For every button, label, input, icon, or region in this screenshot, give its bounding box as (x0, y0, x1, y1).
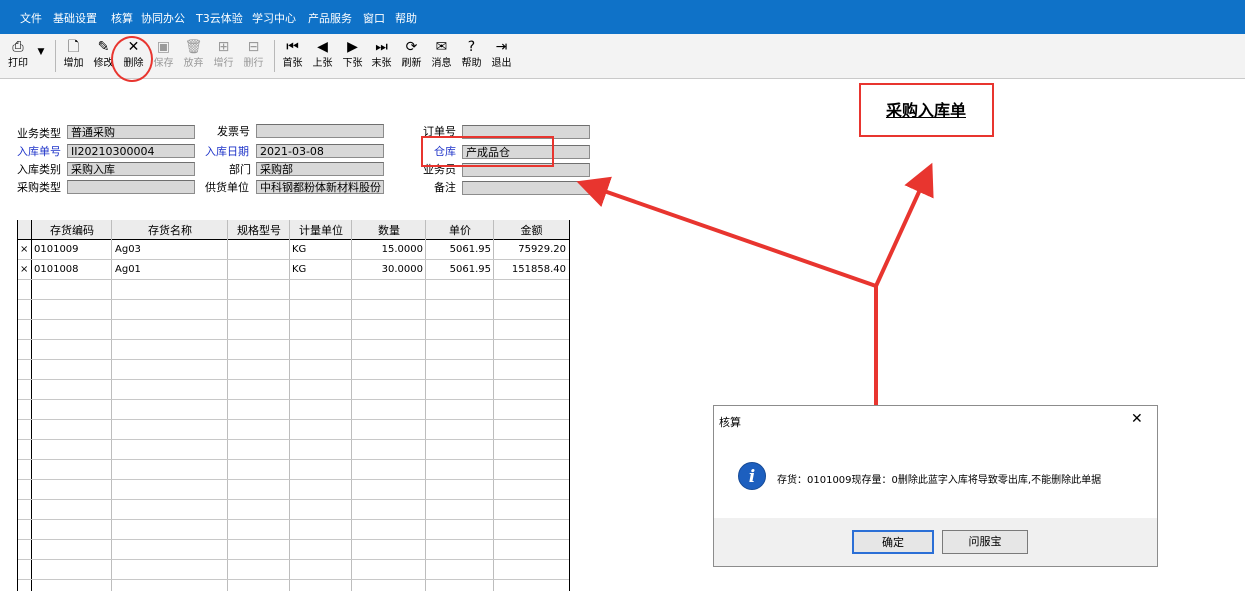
col-header-code[interactable]: 存货编码 (32, 222, 112, 238)
close-icon[interactable]: ✕ (1131, 411, 1143, 427)
col-header-qty[interactable]: 数量 (352, 222, 426, 238)
col-header-unit[interactable]: 计量单位 (290, 222, 352, 238)
ask-assistant-button[interactable]: 问服宝 (942, 530, 1028, 554)
dialog-footer: 确定 问服宝 (714, 518, 1157, 566)
dialog-message: 存货：0101009现存量：0删除此蓝字入库将导致零出库,不能删除此单据 (777, 475, 1102, 486)
cell-price[interactable]: 5061.95 (426, 264, 491, 275)
col-header-name[interactable]: 存货名称 (112, 222, 228, 238)
cell-price[interactable]: 5061.95 (426, 244, 491, 255)
arrow-to-remarks (576, 176, 877, 288)
row-marker: × (20, 244, 29, 255)
info-icon: i (738, 462, 766, 490)
dialog-title: 核算 (719, 416, 741, 429)
cell-unit[interactable]: KG (292, 264, 306, 275)
detail-grid[interactable]: 存货编码 存货名称 规格型号 计量单位 数量 单价 金额 × 0101009 A… (17, 220, 570, 591)
accounting-dialog: 核算 ✕ i 存货：0101009现存量：0删除此蓝字入库将导致零出库,不能删除… (713, 405, 1158, 567)
cell-unit[interactable]: KG (292, 244, 306, 255)
grid-header: 存货编码 存货名称 规格型号 计量单位 数量 单价 金额 (18, 220, 569, 240)
row-marker: × (20, 264, 29, 275)
cell-qty[interactable]: 30.0000 (352, 264, 423, 275)
col-header-spec[interactable]: 规格型号 (228, 222, 290, 238)
cell-amount[interactable]: 151858.40 (494, 264, 566, 275)
cell-name[interactable]: Ag01 (115, 264, 141, 275)
ok-button[interactable]: 确定 (852, 530, 934, 554)
arrow-to-title (874, 162, 934, 287)
col-header-price[interactable]: 单价 (426, 222, 494, 238)
cell-code[interactable]: 0101009 (34, 244, 79, 255)
cell-name[interactable]: Ag03 (115, 244, 141, 255)
cell-amount[interactable]: 75929.20 (494, 244, 566, 255)
col-header-amount[interactable]: 金额 (494, 222, 569, 238)
cell-qty[interactable]: 15.0000 (352, 244, 423, 255)
cell-code[interactable]: 0101008 (34, 264, 79, 275)
